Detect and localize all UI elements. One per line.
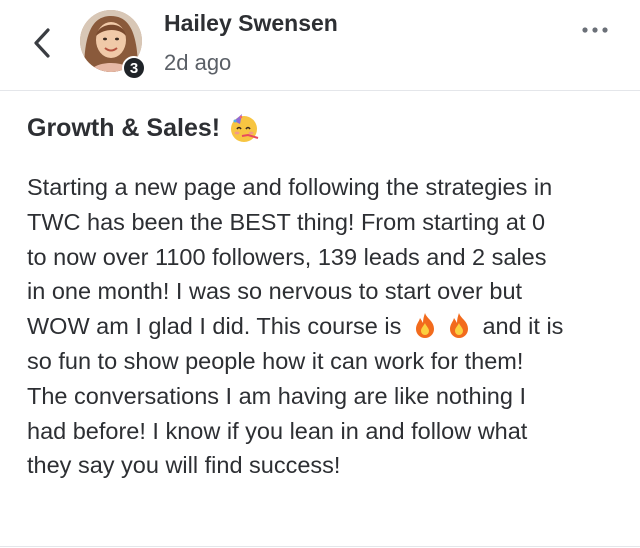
body-line-segment: WOW am I glad I did. This course is: [27, 313, 402, 340]
author-avatar[interactable]: 3: [80, 10, 146, 80]
more-options-icon[interactable]: [580, 22, 610, 38]
body-line-segment: and it is: [482, 313, 564, 340]
header-divider: [0, 90, 640, 91]
partying-face-emoji-icon: [231, 114, 259, 142]
body-line-with-emoji: WOW am I glad I did. This course is and …: [27, 309, 627, 344]
body-line: The conversations I am having are like n…: [27, 382, 526, 409]
level-badge: 3: [122, 56, 146, 80]
fire-emoji-icon: [449, 313, 468, 339]
body-line: to now over 1100 followers, 139 leads an…: [27, 243, 547, 270]
author-name[interactable]: Hailey Swensen: [164, 10, 338, 37]
body-line: Starting a new page and following the st…: [27, 174, 553, 200]
footer-divider: [0, 546, 640, 547]
body-line: TWC has been the BEST thing! From starti…: [27, 208, 546, 235]
body-line: so fun to show people how it can work fo…: [27, 347, 524, 374]
post-header: 3 Hailey Swensen 2d ago: [0, 0, 640, 90]
post-title: Growth & Sales!: [27, 112, 260, 144]
back-chevron-icon[interactable]: [28, 26, 56, 60]
body-line: they say you will find success!: [27, 452, 341, 479]
post-timestamp: 2d ago: [164, 50, 232, 75]
body-line: in one month! I was so nervous to start …: [27, 278, 523, 305]
body-line: had before! I know if you lean in and fo…: [27, 417, 528, 444]
post-title-text: Growth & Sales!: [27, 113, 221, 142]
post-body: Starting a new page and following the st…: [27, 170, 627, 483]
fire-emoji-icon: [415, 313, 434, 339]
